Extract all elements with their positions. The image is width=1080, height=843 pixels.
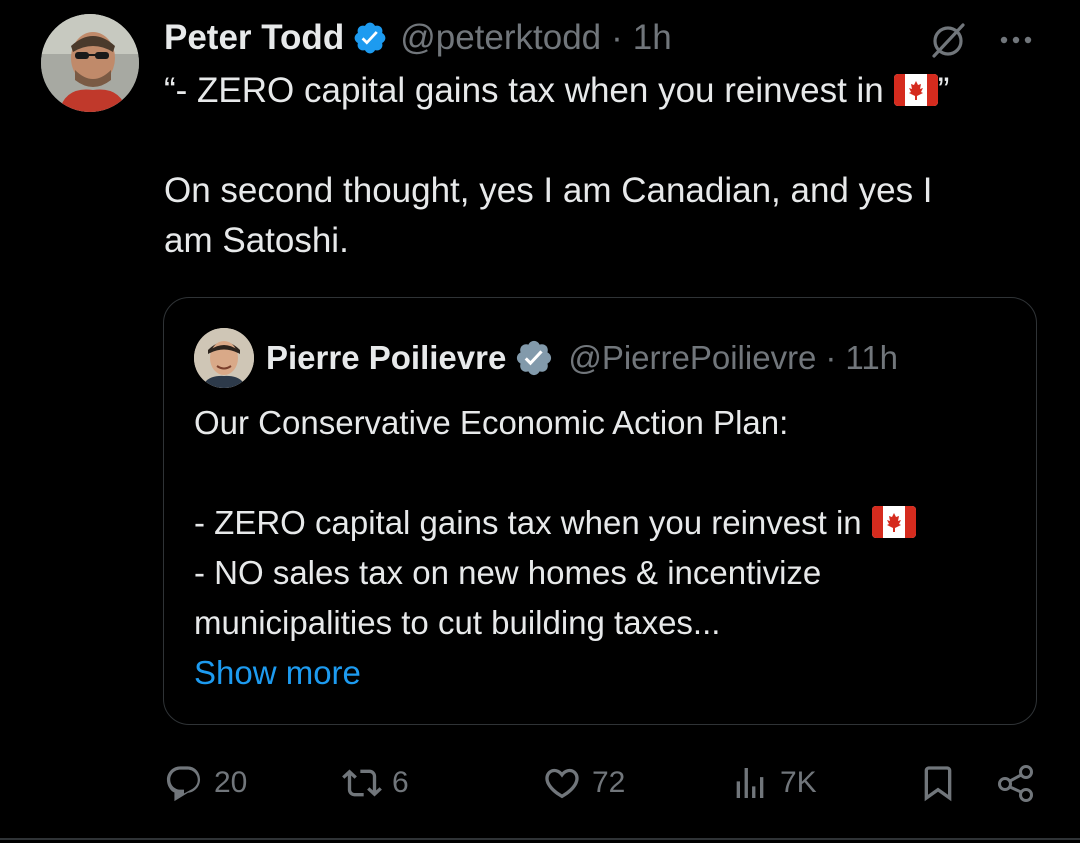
author-handle[interactable]: @peterktodd (400, 18, 601, 58)
repost-button[interactable]: 6 (342, 755, 409, 811)
tweet-text-line: On second thought, yes I am Canadian, an… (164, 171, 933, 210)
quoted-text-line: - ZERO capital gains tax when you reinve… (194, 498, 1024, 548)
like-count: 72 (592, 766, 626, 799)
tweet-divider (0, 838, 1080, 840)
tweet-time[interactable]: 1h (633, 18, 672, 58)
show-more-link[interactable]: Show more (194, 654, 361, 691)
separator-dot: · (611, 18, 623, 57)
repost-count: 6 (392, 766, 409, 799)
bookmark-icon (924, 766, 952, 802)
quoted-author-display-name[interactable]: Pierre Poilievre (266, 339, 506, 377)
like-icon (545, 768, 579, 799)
quoted-author-handle[interactable]: @PierrePoilievre (568, 339, 816, 377)
bookmark-button[interactable] (918, 755, 958, 811)
reply-icon (166, 766, 201, 802)
quoted-tweet-header: Pierre Poilievre @PierrePoilievre · 11h (266, 334, 898, 382)
share-button[interactable] (996, 755, 1036, 811)
views-icon (736, 768, 764, 798)
quoted-tweet-time[interactable]: 11h (845, 339, 898, 377)
author-display-name[interactable]: Peter Todd (164, 18, 344, 58)
reply-button[interactable]: 20 (164, 755, 247, 811)
author-avatar[interactable] (41, 14, 139, 112)
tweet-actions-bar: 20 6 72 7K (0, 755, 1080, 811)
tweet[interactable]: Peter Todd @peterktodd · 1h “- ZERO capi… (0, 0, 1080, 843)
canada-flag-icon (893, 74, 938, 106)
repost-icon (342, 769, 382, 797)
like-button[interactable]: 72 (542, 755, 625, 811)
government-verified-badge-icon[interactable] (514, 338, 554, 378)
quoted-tweet-card[interactable]: Pierre Poilievre @PierrePoilievre · 11h … (163, 297, 1037, 725)
canada-flag-icon (871, 506, 916, 538)
tweet-text-line: “- ZERO capital gains tax when you reinv… (164, 71, 950, 110)
separator-dot: · (825, 339, 837, 376)
tweet-text-line: am Satoshi. (164, 221, 349, 260)
grok-icon[interactable] (928, 20, 968, 60)
verified-badge-icon[interactable] (352, 20, 388, 56)
tweet-header: Peter Todd @peterktodd · 1h (164, 14, 672, 62)
tweet-text: “- ZERO capital gains tax when you reinv… (164, 66, 1044, 266)
quoted-author-avatar[interactable] (194, 328, 254, 388)
quoted-text-line: Our Conservative Economic Action Plan: (194, 404, 789, 441)
quoted-text-line: municipalities to cut building taxes... (194, 604, 721, 641)
more-icon[interactable] (996, 22, 1036, 58)
views-count: 7K (780, 766, 817, 799)
reply-count: 20 (214, 766, 248, 799)
views-button[interactable]: 7K (730, 755, 817, 811)
share-icon (998, 765, 1033, 802)
quoted-tweet-text: Our Conservative Economic Action Plan: -… (194, 398, 1024, 698)
quoted-text-line: - NO sales tax on new homes & incentiviz… (194, 554, 822, 591)
